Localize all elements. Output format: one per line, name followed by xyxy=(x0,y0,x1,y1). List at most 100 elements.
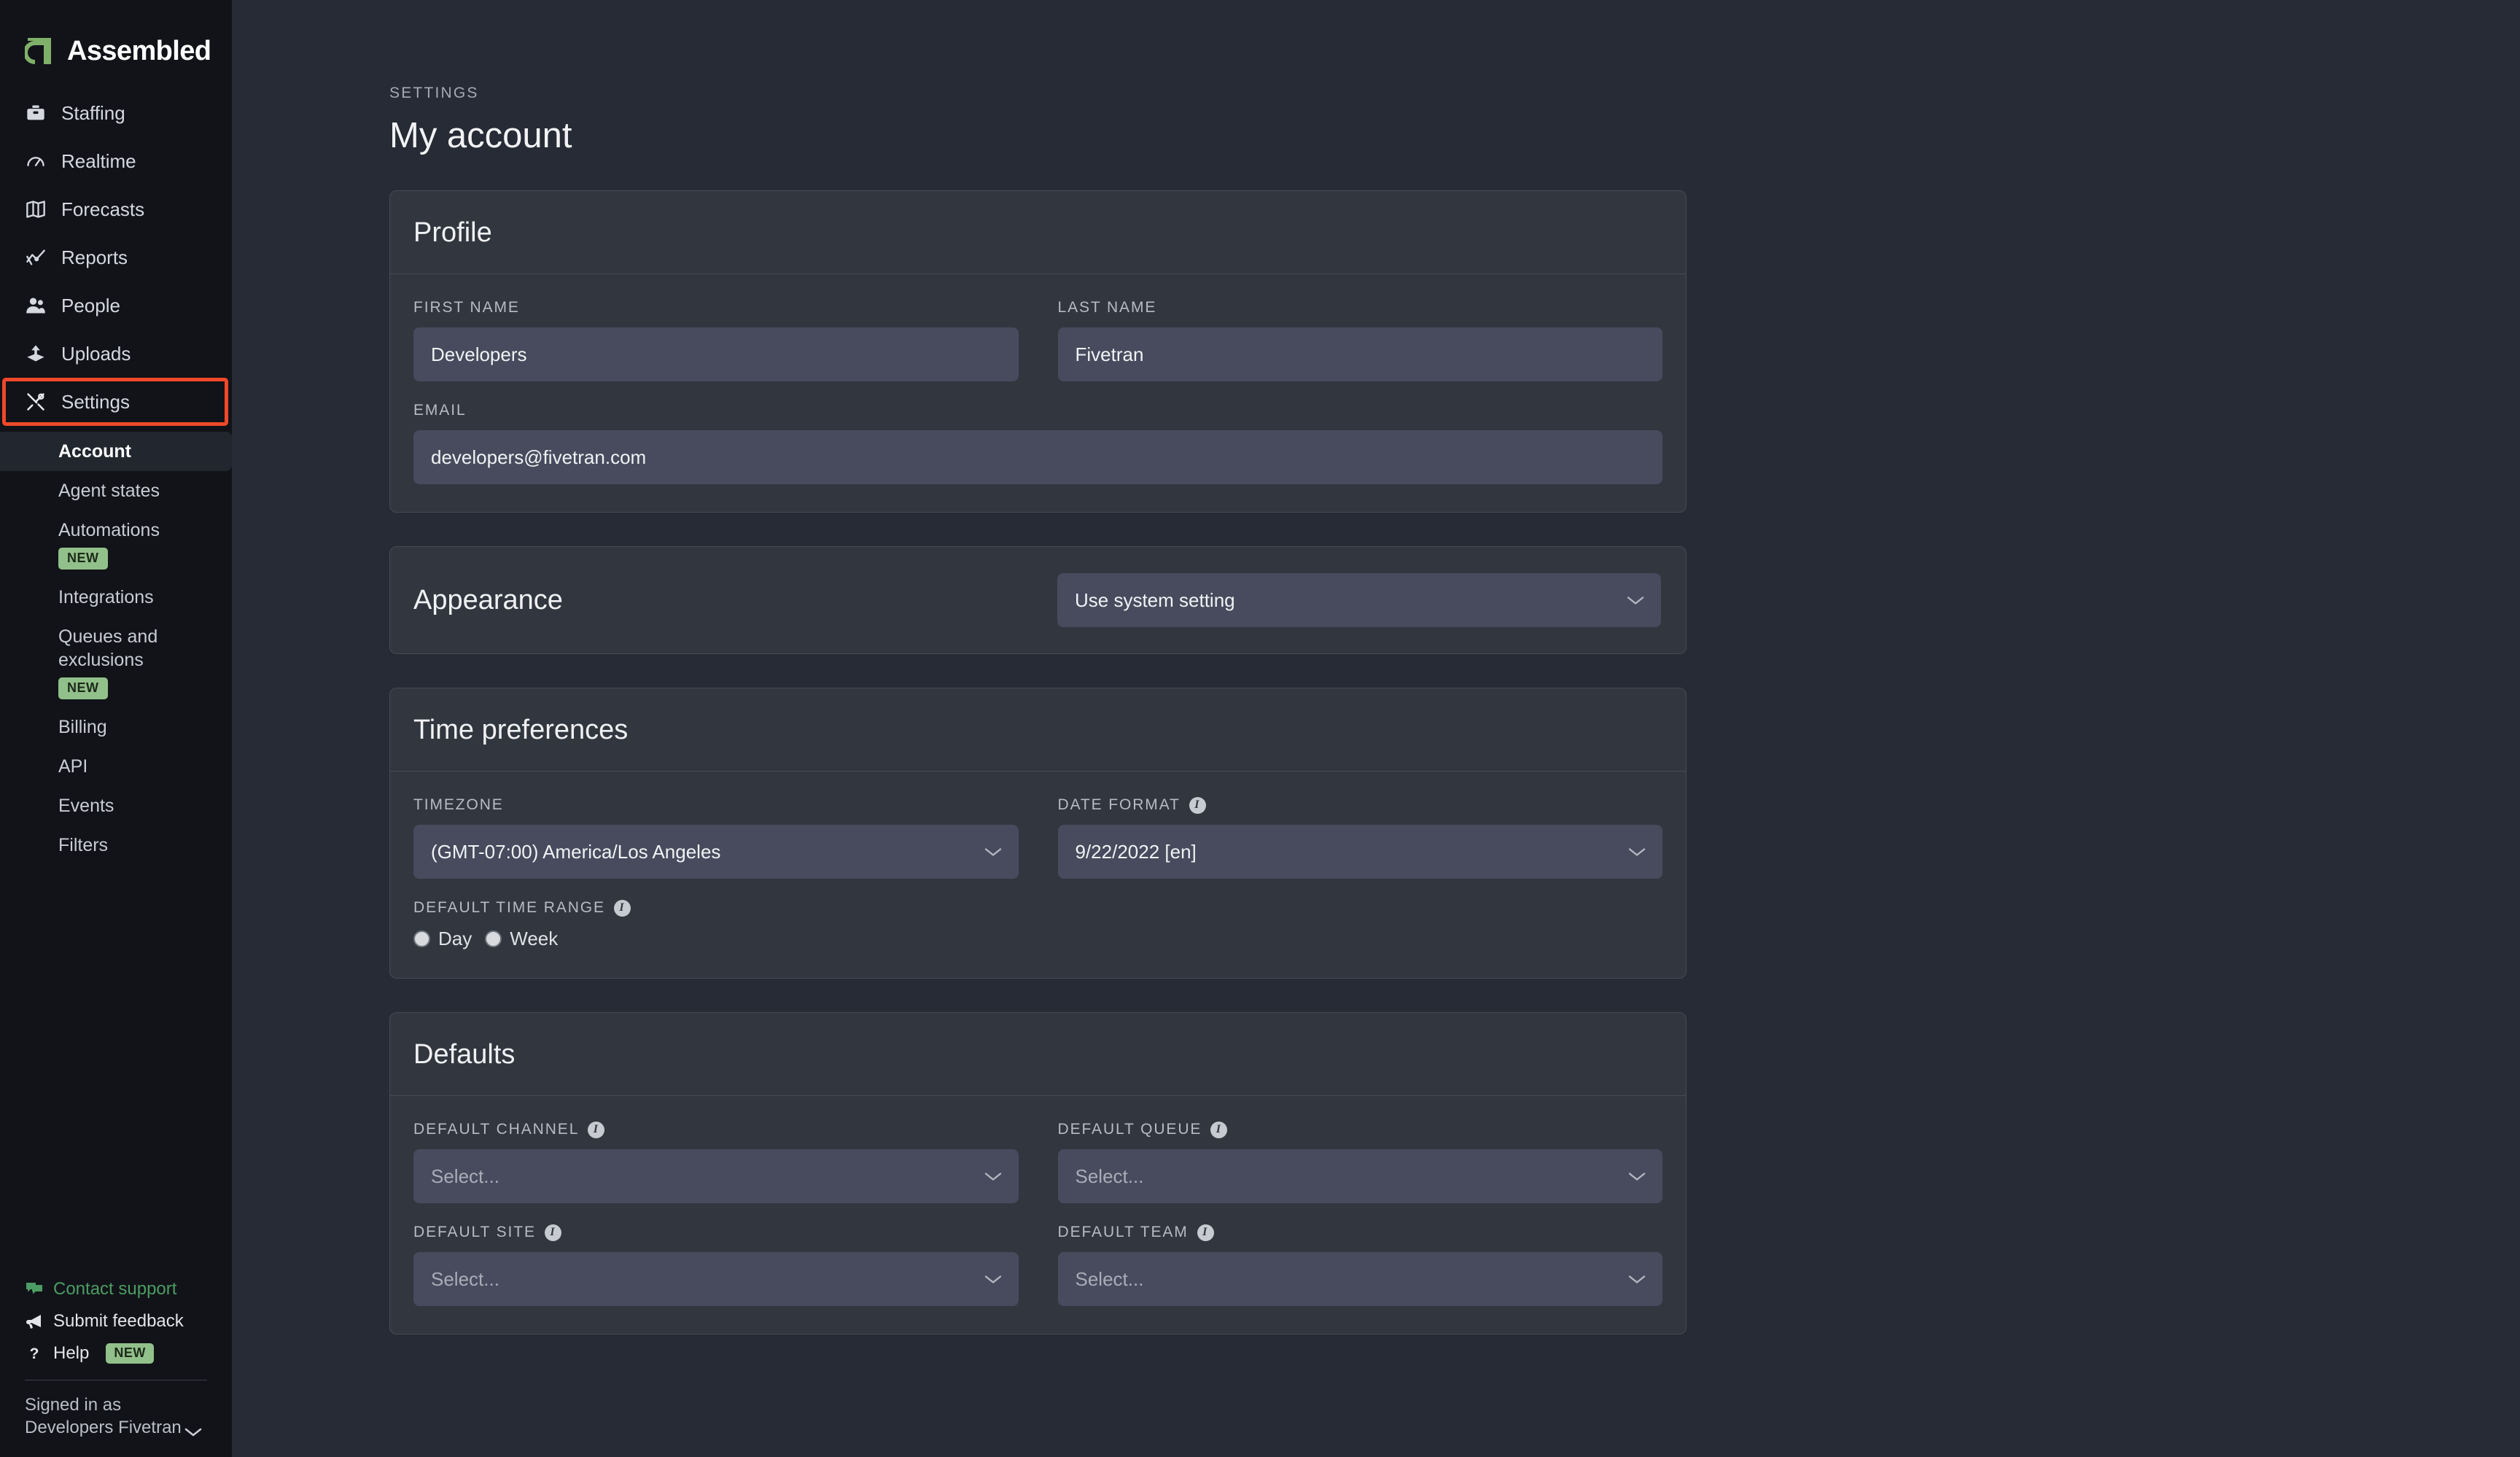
profile-card-header: Profile xyxy=(390,191,1686,274)
card-title: Time preferences xyxy=(413,715,629,745)
contact-support-link[interactable]: Contact support xyxy=(0,1273,232,1305)
timezone-value: (GMT-07:00) America/Los Angeles xyxy=(431,840,721,863)
page-title: My account xyxy=(389,116,572,155)
signed-in-name: Developers Fivetran xyxy=(25,1418,182,1438)
users-icon xyxy=(25,295,47,316)
contact-support-label: Contact support xyxy=(53,1278,177,1299)
breadcrumb: SETTINGS xyxy=(389,85,479,101)
default-site-label: DEFAULT SITE i xyxy=(413,1224,1019,1241)
timezone-select[interactable]: (GMT-07:00) America/Los Angeles xyxy=(413,825,1019,879)
subnav-item-agent-states[interactable]: Agent states xyxy=(0,471,232,510)
submit-feedback-link[interactable]: Submit feedback xyxy=(0,1305,232,1337)
info-icon[interactable]: i xyxy=(1210,1121,1228,1138)
radio-dot-icon xyxy=(485,930,502,947)
appearance-card: Appearance Use system setting xyxy=(389,546,1687,654)
subnav-item-automations[interactable]: Automations NEW xyxy=(0,510,232,578)
settings-cards: Profile FIRST NAME LAST NAME xyxy=(232,156,2520,1334)
info-icon[interactable]: i xyxy=(544,1224,561,1241)
main-content: SETTINGS My account Profile FIRST NAME D… xyxy=(232,0,2520,1457)
help-link[interactable]: ? Help NEW xyxy=(0,1337,232,1369)
default-channel-field: DEFAULT CHANNEL i Select... xyxy=(413,1121,1019,1203)
first-name-label: FIRST NAME xyxy=(413,299,520,316)
default-time-range-label: DEFAULT TIME RANGE i xyxy=(413,899,1662,917)
date-format-label-text: DATE FORMAT xyxy=(1057,796,1181,813)
date-format-field: DATE FORMAT i 9/22/2022 [en] xyxy=(1057,796,1662,879)
default-channel-select[interactable]: Select... xyxy=(413,1149,1019,1203)
info-icon[interactable]: i xyxy=(1197,1224,1214,1241)
subnav-item-filters[interactable]: Filters xyxy=(0,825,232,865)
subnav-item-api[interactable]: API xyxy=(0,747,232,786)
default-queue-value: Select... xyxy=(1075,1165,1144,1187)
appearance-select[interactable]: Use system setting xyxy=(1057,573,1661,627)
sidebar-item-label: Realtime xyxy=(61,149,136,172)
subnav-item-account[interactable]: Account xyxy=(0,432,232,471)
sidebar-item-label: People xyxy=(61,294,120,316)
sidebar-item-label: Forecasts xyxy=(61,198,145,220)
subnav-item-label: Billing xyxy=(58,717,107,738)
app-root: Assembled Staffing Realtime Forecasts Re… xyxy=(0,0,2520,1457)
account-switcher[interactable]: Signed in as Developers Fivetran xyxy=(0,1380,232,1439)
radio-option-day[interactable]: Day xyxy=(413,928,472,950)
appearance-row: Appearance Use system setting xyxy=(390,547,1686,653)
svg-text:?: ? xyxy=(30,1345,39,1362)
sidebar-item-realtime[interactable]: Realtime xyxy=(0,137,232,185)
chevron-down-icon xyxy=(984,1268,1003,1291)
sidebar-item-reports[interactable]: Reports xyxy=(0,233,232,281)
info-icon[interactable]: i xyxy=(613,899,631,917)
primary-nav: Staffing Realtime Forecasts Reports Peop… xyxy=(0,89,232,865)
default-site-select[interactable]: Select... xyxy=(413,1252,1019,1306)
chevron-down-icon xyxy=(984,1165,1003,1188)
default-team-value: Select... xyxy=(1075,1267,1144,1290)
default-time-range-field: DEFAULT TIME RANGE i Day Week xyxy=(413,899,1662,950)
first-name-input[interactable] xyxy=(413,327,1019,381)
brand[interactable]: Assembled xyxy=(0,0,232,76)
default-team-select[interactable]: Select... xyxy=(1057,1252,1662,1306)
default-queue-label-text: DEFAULT QUEUE xyxy=(1057,1121,1202,1138)
sidebar-item-label: Settings xyxy=(61,390,130,413)
sidebar-item-forecasts[interactable]: Forecasts xyxy=(0,185,232,233)
chevron-down-icon xyxy=(984,841,1003,863)
sidebar-item-staffing[interactable]: Staffing xyxy=(0,89,232,137)
time-preferences-card: Time preferences TIMEZONE (GMT-07:00) Am… xyxy=(389,688,1687,979)
info-icon[interactable]: i xyxy=(1189,796,1206,814)
subnav-item-integrations[interactable]: Integrations xyxy=(0,578,232,617)
email-input[interactable] xyxy=(413,430,1662,484)
time-preferences-card-header: Time preferences xyxy=(390,688,1686,772)
defaults-card-header: Defaults xyxy=(390,1013,1686,1096)
chat-bubbles-icon xyxy=(25,1280,44,1299)
sidebar-item-uploads[interactable]: Uploads xyxy=(0,330,232,378)
radio-option-week[interactable]: Week xyxy=(485,928,558,950)
submit-feedback-label: Submit feedback xyxy=(53,1310,184,1331)
chevron-down-icon xyxy=(1628,1165,1646,1188)
defaults-card-body: DEFAULT CHANNEL i Select... xyxy=(390,1096,1686,1334)
defaults-card: Defaults DEFAULT CHANNEL i Select... xyxy=(389,1012,1687,1334)
default-team-label: DEFAULT TEAM i xyxy=(1058,1224,1663,1241)
badge-new: NEW xyxy=(58,677,108,700)
subnav-item-label: Queues and exclusions xyxy=(58,626,158,671)
default-channel-label-text: DEFAULT CHANNEL xyxy=(413,1121,580,1138)
date-format-select[interactable]: 9/22/2022 [en] xyxy=(1057,825,1662,879)
default-queue-field: DEFAULT QUEUE i Select... xyxy=(1057,1121,1662,1203)
appearance-select-value: Use system setting xyxy=(1075,588,1235,611)
subnav-item-billing[interactable]: Billing xyxy=(0,707,232,747)
chevron-down-icon xyxy=(1628,1268,1646,1291)
default-channel-value: Select... xyxy=(431,1165,499,1187)
profile-card-body: FIRST NAME LAST NAME EMAIL xyxy=(390,274,1686,512)
default-time-range-radios: Day Week xyxy=(413,928,1662,950)
subnav-item-label: Agent states xyxy=(58,481,160,501)
default-queue-select[interactable]: Select... xyxy=(1057,1149,1662,1203)
sidebar-item-label: Reports xyxy=(61,246,128,268)
subnav-item-queues-and-exclusions[interactable]: Queues and exclusions NEW xyxy=(0,617,232,707)
last-name-input[interactable] xyxy=(1057,327,1662,381)
subnav-item-label: Integrations xyxy=(58,587,154,608)
first-name-field: FIRST NAME xyxy=(413,299,1019,381)
subnav-item-events[interactable]: Events xyxy=(0,786,232,825)
sidebar-item-settings[interactable]: Settings xyxy=(2,378,228,426)
date-format-value: 9/22/2022 [en] xyxy=(1075,840,1197,863)
sidebar-item-people[interactable]: People xyxy=(0,281,232,330)
radio-label: Week xyxy=(510,928,559,949)
sidebar: Assembled Staffing Realtime Forecasts Re… xyxy=(0,0,232,1457)
sidebar-item-label: Uploads xyxy=(61,342,131,365)
info-icon[interactable]: i xyxy=(588,1121,605,1138)
badge-new: NEW xyxy=(106,1343,154,1364)
